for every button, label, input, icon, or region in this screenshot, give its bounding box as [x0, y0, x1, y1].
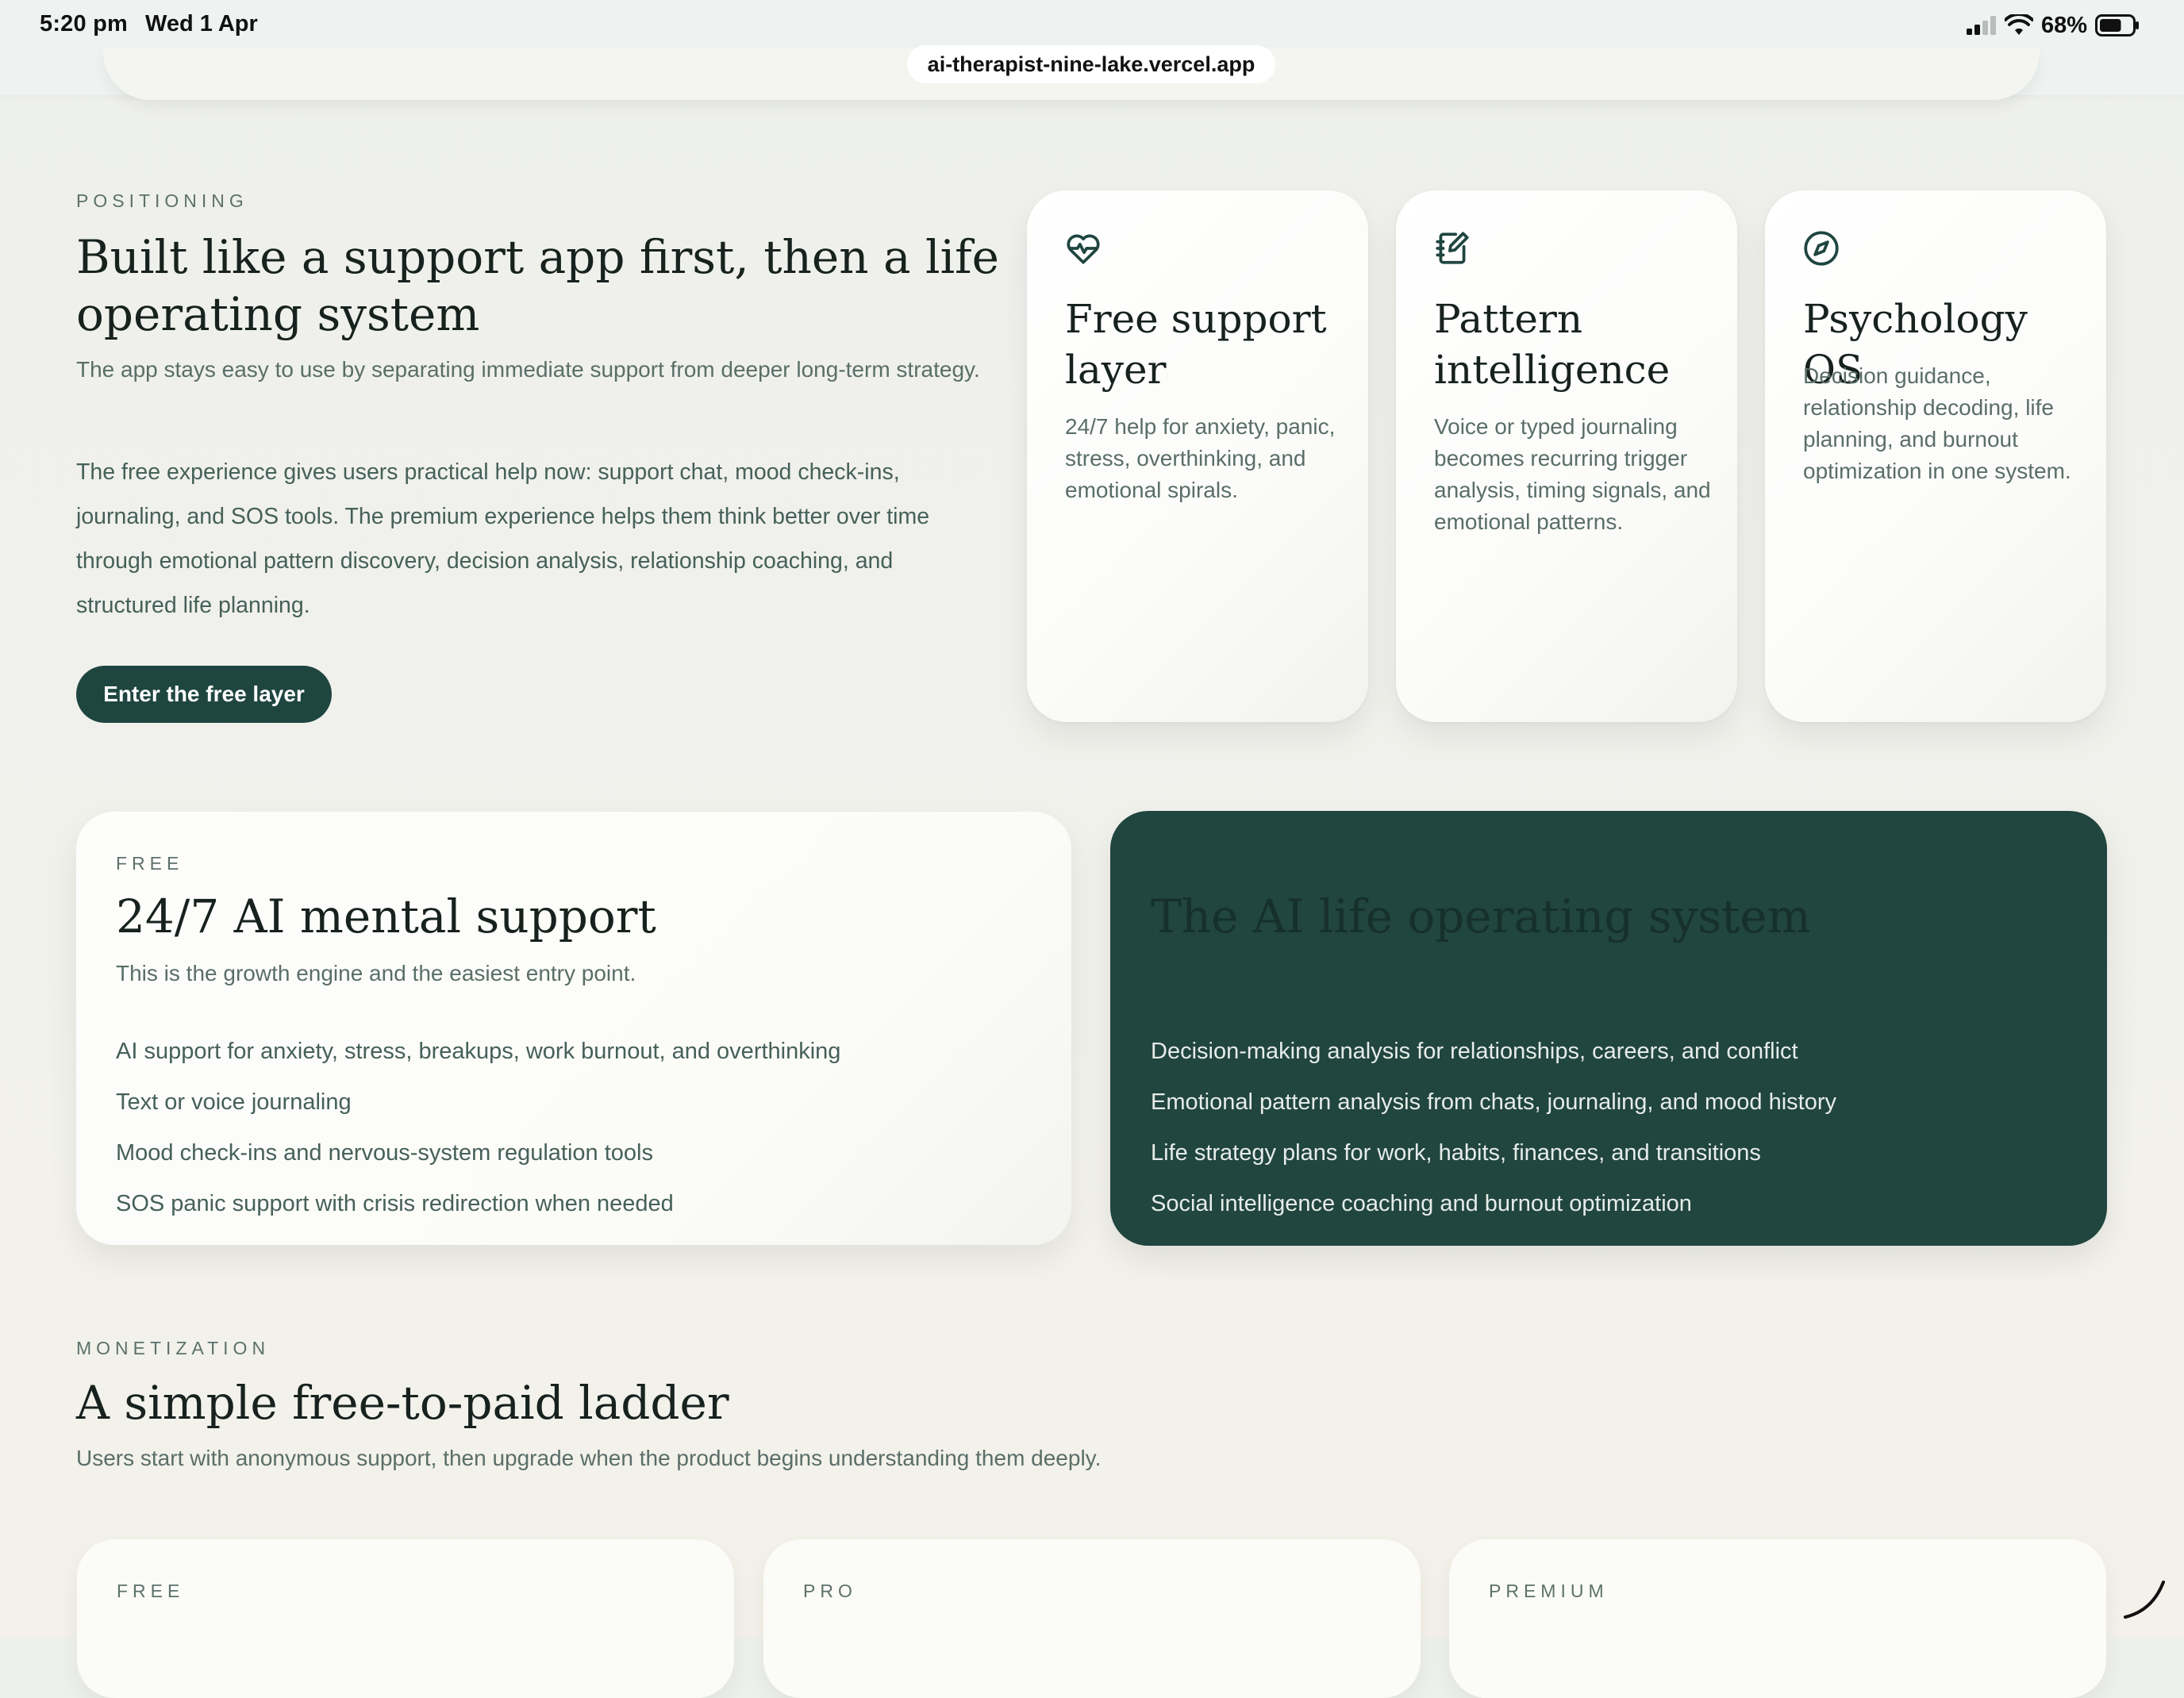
feature-text: Voice or typed journaling becomes recurr…: [1434, 414, 1711, 534]
compass-icon: [1804, 231, 1839, 266]
monetization-eyebrow: MONETIZATION: [76, 1338, 271, 1358]
free-panel: FREE 24/7 AI mental support This is the …: [76, 812, 1071, 1245]
feature-card-psychology-os: Psychology OS Decision guidance, relatio…: [1765, 190, 2106, 722]
feature-text: Decision guidance, relationship decoding…: [1803, 363, 2071, 483]
feature-title: Pattern intelligence: [1434, 296, 1671, 393]
free-subtitle: This is the growth engine and the easies…: [116, 961, 636, 985]
list-item: Emotional pattern analysis from chats, j…: [1151, 1089, 1836, 1115]
tier-label: PRO: [803, 1581, 857, 1601]
feature-card-pattern-intelligence: Pattern intelligence Voice or typed jour…: [1396, 190, 1737, 722]
list-item: Decision-making analysis for relationshi…: [1151, 1039, 1798, 1064]
battery-percent: 68%: [2040, 12, 2087, 38]
positioning-body: The free experience gives users practica…: [76, 459, 930, 618]
tier-label: FREE: [117, 1581, 185, 1601]
premium-title: The AI life operating system: [1151, 889, 1811, 943]
signal-icon: [1966, 16, 1996, 35]
feature-card-free-support: Free support layer 24/7 help for anxiety…: [1027, 190, 1368, 722]
wifi-icon: [2004, 14, 2033, 35]
positioning-subtitle: The app stays easy to use by separating …: [76, 357, 980, 382]
free-title: 24/7 AI mental support: [116, 889, 656, 943]
notebook-pen-icon: [1436, 232, 1469, 264]
status-time: 5:20 pm: [40, 11, 128, 36]
premium-panel: The AI life operating system Decision-ma…: [1110, 811, 2107, 1246]
list-item: Life strategy plans for work, habits, fi…: [1151, 1140, 1761, 1166]
monetization-title: A simple free-to-paid ladder: [76, 1376, 729, 1430]
list-item: Mood check-ins and nervous-system regula…: [116, 1140, 653, 1166]
enter-free-layer-button[interactable]: Enter the free layer: [76, 666, 332, 723]
heart-pulse-icon: [1067, 234, 1100, 264]
feature-title: Free support layer: [1065, 296, 1327, 393]
status-date: Wed 1 Apr: [145, 11, 258, 36]
positioning-eyebrow: POSITIONING: [76, 190, 248, 211]
positioning-title: Built like a support app first, then a l…: [76, 230, 999, 341]
pricing-card-free: FREE: [77, 1539, 734, 1698]
status-indicators: 68%: [1966, 10, 2140, 41]
free-feature-list: AI support for anxiety, stress, breakups…: [116, 1026, 840, 1229]
tier-label: PREMIUM: [1489, 1581, 1609, 1601]
list-item: AI support for anxiety, stress, breakups…: [116, 1039, 841, 1064]
list-item: SOS panic support with crisis redirectio…: [116, 1191, 674, 1216]
pricing-card-premium: PREMIUM: [1449, 1539, 2106, 1698]
list-item: Social intelligence coaching and burnout…: [1151, 1191, 1692, 1216]
scroll-indicator-icon: [2124, 1581, 2165, 1619]
monetization-subtitle: Users start with anonymous support, then…: [76, 1446, 1102, 1470]
pricing-card-pro: PRO: [763, 1539, 1421, 1698]
free-eyebrow: FREE: [116, 853, 184, 874]
url-bar[interactable]: ai-therapist-nine-lake.vercel.app: [907, 45, 1275, 83]
list-item: Text or voice journaling: [116, 1089, 352, 1115]
battery-icon: [2095, 14, 2139, 36]
premium-feature-list: Decision-making analysis for relationshi…: [1151, 1026, 1836, 1229]
feature-text: 24/7 help for anxiety, panic, stress, ov…: [1065, 414, 1336, 502]
